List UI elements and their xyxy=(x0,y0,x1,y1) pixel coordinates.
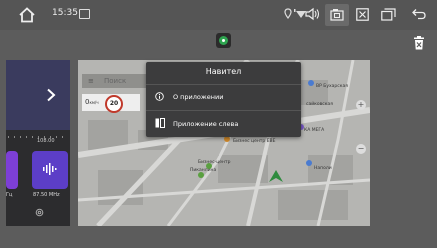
chevron-right-icon[interactable] xyxy=(46,88,56,102)
navitel-logo-icon xyxy=(219,36,228,45)
search-input[interactable]: Поиск xyxy=(104,77,126,85)
recent-app-card-radio[interactable]: 108.00 Гц 87.50 MHz xyxy=(6,60,70,226)
media-icon xyxy=(79,9,90,19)
map-label: ВР Бухарская xyxy=(316,84,348,89)
radio-header xyxy=(6,60,70,130)
menu-icon[interactable]: ≡ xyxy=(88,77,94,85)
preset-tile-active[interactable] xyxy=(32,151,68,189)
current-speed: 0км/ч xyxy=(85,98,99,106)
menu-item-label: Приложение слева xyxy=(173,120,239,128)
zoom-out-button[interactable]: − xyxy=(356,144,366,154)
settings-icon[interactable] xyxy=(35,208,44,217)
split-screen-icon xyxy=(155,118,165,128)
preset-label-active: 87.50 MHz xyxy=(33,192,60,198)
screenshot-button[interactable] xyxy=(325,4,349,26)
zoom-in-button[interactable]: + xyxy=(356,100,366,110)
back-icon[interactable] xyxy=(412,8,426,20)
status-bar: 15:35 xyxy=(0,0,437,30)
clock: 15:35 xyxy=(52,8,78,18)
close-app-icon[interactable] xyxy=(356,8,369,21)
speed-limit-sign: 20 xyxy=(105,95,123,113)
waveform-icon xyxy=(43,163,57,175)
poi-marker[interactable] xyxy=(198,172,204,178)
map-label: Наполи xyxy=(314,166,332,171)
poi-marker[interactable] xyxy=(206,163,212,169)
frequency-max: 108.00 xyxy=(37,138,55,144)
map-label: Бизнес центр ЕВЕ xyxy=(233,139,276,144)
map-label: Бизнес-центр xyxy=(198,160,231,165)
home-icon[interactable] xyxy=(18,7,36,23)
navitel-app-icon[interactable] xyxy=(216,33,231,48)
poi-marker[interactable] xyxy=(308,80,314,86)
recent-apps-icon[interactable] xyxy=(381,8,396,21)
map-search-bar[interactable]: ≡ Поиск xyxy=(82,74,146,88)
screenshot-icon xyxy=(330,9,344,21)
menu-item-split-left[interactable]: Приложение слева xyxy=(146,111,301,135)
info-icon xyxy=(155,92,164,101)
volume-icon[interactable] xyxy=(305,7,321,21)
clear-all-trash-icon[interactable] xyxy=(413,36,425,50)
poi-marker[interactable] xyxy=(306,160,312,166)
location-icon xyxy=(284,8,292,20)
app-context-menu: Навител О приложении Приложение слева xyxy=(146,62,301,137)
menu-item-about[interactable]: О приложении xyxy=(146,85,301,109)
map-label: сайковская xyxy=(306,102,333,107)
menu-item-label: О приложении xyxy=(173,93,224,101)
map-label: КА МЕГА xyxy=(304,128,325,133)
preset-label: Гц xyxy=(6,192,13,198)
context-menu-title: Навител xyxy=(205,67,242,76)
preset-tile[interactable] xyxy=(6,151,18,189)
